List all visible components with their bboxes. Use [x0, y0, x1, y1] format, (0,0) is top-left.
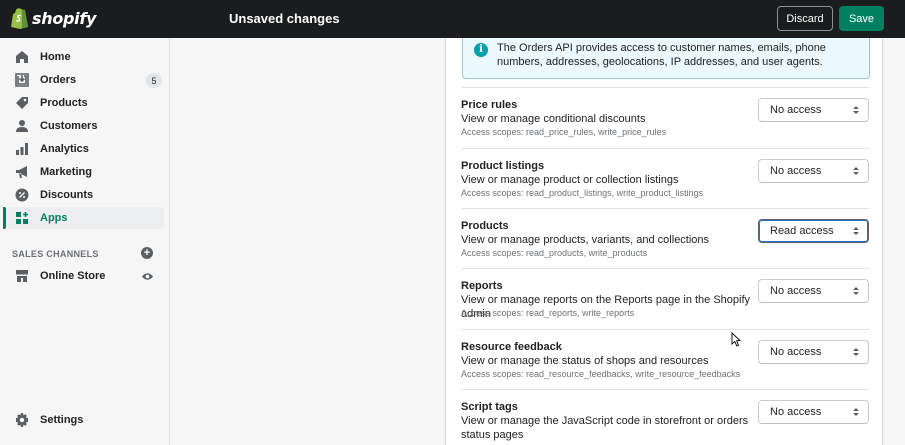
sidebar-item-label: Online Store [40, 270, 106, 282]
shopify-bag-icon [11, 8, 28, 29]
permission-scopes: Access scopes: read_products, write_prod… [461, 248, 648, 258]
sidebar-item-label: Analytics [40, 143, 89, 155]
permission-description: View or manage product or collection lis… [461, 174, 679, 186]
permission-scopes: Access scopes: read_product_listings, wr… [461, 188, 704, 198]
permission-scopes: Access scopes: read_price_rules, write_p… [461, 127, 667, 137]
permission-description: View or manage the JavaScript code in st… [461, 415, 749, 441]
info-banner-text: The Orders API provides access to custom… [497, 42, 826, 68]
permission-row-resource-feedback: Resource feedback View or manage the sta… [461, 329, 869, 389]
sidebar-item-label: Settings [40, 414, 84, 426]
api-permissions-card: i The Orders API provides access to cust… [446, 38, 882, 445]
select-arrows-icon [853, 348, 859, 356]
permission-title: Price rules [461, 99, 518, 111]
sidebar-item-label: Marketing [40, 166, 92, 178]
permission-row-reports: Reports View or manage reports on the Re… [461, 268, 869, 329]
select-value: No access [770, 346, 822, 358]
permission-row-product-listings: Product listings View or manage product … [461, 148, 869, 208]
permission-scopes: Access scopes: read_resource_feedbacks, … [461, 369, 741, 379]
eye-icon[interactable] [141, 270, 154, 283]
save-button[interactable]: Save [839, 6, 884, 31]
permission-description: View or manage products, variants, and c… [461, 234, 710, 246]
sidebar-item-online-store[interactable]: Online Store [3, 265, 164, 287]
access-select-price-rules[interactable]: No access [758, 98, 869, 122]
select-value: No access [770, 285, 822, 297]
select-value: Read access [770, 225, 834, 237]
sidebar-item-label: Home [40, 51, 71, 63]
permission-scopes: Access scopes: read_reports, write_repor… [461, 308, 635, 318]
permission-title: Resource feedback [461, 341, 562, 353]
megaphone-icon [16, 166, 27, 178]
select-value: No access [770, 104, 822, 116]
orders-count-badge: 5 [146, 73, 162, 88]
select-value: No access [770, 165, 822, 177]
mouse-cursor-icon [731, 332, 741, 347]
apps-icon [16, 212, 28, 224]
select-arrows-icon [853, 227, 859, 235]
permission-row-products: Products View or manage products, varian… [461, 208, 869, 268]
sidebar-item-label: Apps [40, 212, 68, 224]
sidebar-item-apps[interactable]: Apps [3, 207, 164, 229]
sidebar-item-label: Orders [40, 74, 77, 86]
permission-title: Products [461, 220, 509, 232]
unsaved-changes-title: Unsaved changes [229, 11, 340, 26]
bar-chart-icon [16, 143, 28, 155]
top-bar: shopify Unsaved changes Discard Save [0, 0, 905, 38]
orders-icon [15, 73, 29, 87]
sidebar-item-label: Products [40, 97, 88, 109]
sidebar-item-label: Customers [40, 120, 98, 132]
home-icon [16, 51, 28, 63]
discard-button[interactable]: Discard [777, 6, 833, 31]
sidebar-item-label: Discounts [40, 189, 94, 201]
permission-row-price-rules: Price rules View or manage conditional d… [461, 87, 869, 148]
select-arrows-icon [853, 106, 859, 114]
store-icon [16, 270, 28, 282]
select-arrows-icon [853, 287, 859, 295]
select-arrows-icon [853, 167, 859, 175]
tag-icon [16, 97, 28, 109]
permission-title: Script tags [461, 401, 518, 413]
person-icon [16, 120, 28, 132]
logo-text: shopify [32, 9, 97, 28]
sidebar: Home Orders 5 Products Customers Analyti… [0, 38, 170, 445]
access-select-product-listings[interactable]: No access [758, 159, 869, 183]
main-content: i The Orders API provides access to cust… [170, 38, 905, 445]
permission-title: Product listings [461, 160, 545, 172]
sidebar-item-marketing[interactable]: Marketing [3, 161, 164, 183]
access-select-script-tags[interactable]: No access [758, 400, 869, 424]
discount-icon [15, 188, 29, 202]
sidebar-item-discounts[interactable]: Discounts [3, 184, 164, 206]
select-value: No access [770, 406, 822, 418]
permission-title: Reports [461, 280, 503, 292]
info-banner: i The Orders API provides access to cust… [462, 38, 870, 79]
active-indicator [3, 207, 6, 229]
sales-channels-heading: SALES CHANNELS [12, 249, 99, 259]
permission-row-script-tags: Script tags View or manage the JavaScrip… [461, 389, 869, 445]
permission-description: View or manage the status of shops and r… [461, 355, 709, 367]
info-icon: i [474, 43, 488, 57]
access-select-resource-feedback[interactable]: No access [758, 340, 869, 364]
shopify-logo[interactable]: shopify [11, 8, 96, 29]
sidebar-item-customers[interactable]: Customers [3, 115, 164, 137]
add-sales-channel-icon[interactable]: + [141, 247, 153, 259]
sidebar-item-home[interactable]: Home [3, 46, 164, 68]
access-select-reports[interactable]: No access [758, 279, 869, 303]
sidebar-item-orders[interactable]: Orders 5 [3, 69, 164, 91]
sidebar-item-settings[interactable]: Settings [3, 409, 164, 431]
sidebar-item-analytics[interactable]: Analytics [3, 138, 164, 160]
select-arrows-icon [853, 408, 859, 416]
permission-description: View or manage conditional discounts [461, 113, 646, 125]
gear-icon [16, 413, 28, 427]
sidebar-item-products[interactable]: Products [3, 92, 164, 114]
access-select-products[interactable]: Read access [758, 219, 869, 243]
